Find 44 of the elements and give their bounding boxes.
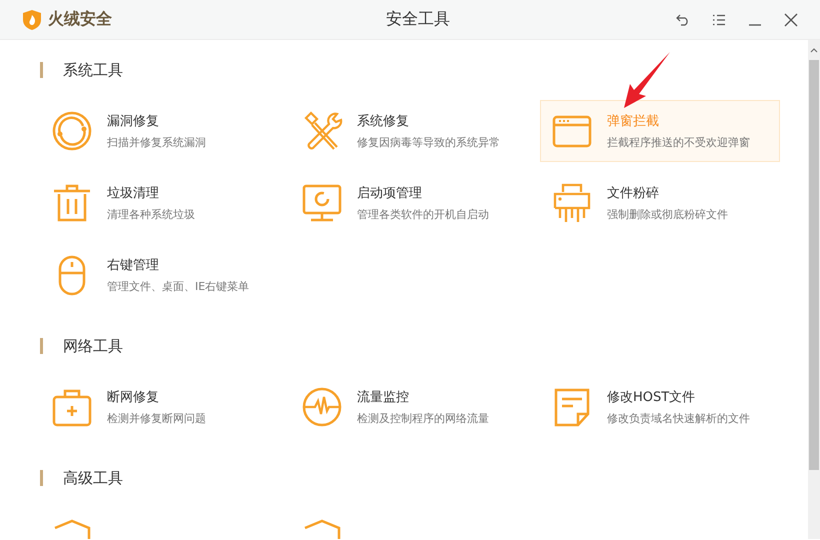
tool-title: 右键管理 <box>107 257 160 274</box>
tool-description: 检测并修复断网问题 <box>107 411 206 426</box>
tool-title: 流量监控 <box>357 389 410 406</box>
window-title: 安全工具 <box>385 9 451 30</box>
tool-item[interactable]: 系统修复 修复因病毒等导致的系统异常 <box>290 100 530 162</box>
tool-title: 漏洞修复 <box>107 113 160 130</box>
tool-description: 清理各种系统垃圾 <box>107 207 195 222</box>
trash-can-icon <box>51 182 93 224</box>
tool-title: 系统修复 <box>357 113 410 130</box>
shredder-icon <box>551 182 593 224</box>
tool-title: 修改HOST文件 <box>607 389 696 406</box>
tool-item[interactable]: 流量监控 检测及控制程序的网络流量 <box>290 376 530 438</box>
section-title: 网络工具 <box>63 336 123 356</box>
tool-description: 检测及控制程序的网络流量 <box>357 411 489 426</box>
tool-item[interactable]: 漏洞修复 扫描并修复系统漏洞 <box>40 100 280 162</box>
tool-description: 管理各类软件的开机自启动 <box>357 207 489 222</box>
section-title: 系统工具 <box>63 60 123 80</box>
tool-title: 断网修复 <box>107 389 160 406</box>
flame-shield-logo-icon <box>22 8 42 30</box>
tool-description: 拦截程序推送的不受欢迎弹窗 <box>607 135 750 150</box>
monitor-icon <box>301 182 343 224</box>
tool-item[interactable]: 文件粉碎 强制删除或彻底粉碎文件 <box>540 172 780 234</box>
tool-title: 文件粉碎 <box>607 185 660 202</box>
tool-description: 管理文件、桌面、IE右键菜单 <box>107 279 250 294</box>
section-title: 高级工具 <box>63 468 123 488</box>
tool-title: 弹窗拦截 <box>607 113 660 130</box>
tool-item[interactable]: 弹窗拦截 拦截程序推送的不受欢迎弹窗 <box>540 100 780 162</box>
tool-item[interactable]: 断网修复 检测并修复断网问题 <box>40 376 280 438</box>
tool-title: 垃圾清理 <box>107 185 160 202</box>
tool-title: 启动项管理 <box>357 185 423 202</box>
tool-item[interactable]: 垃圾清理 清理各种系统垃圾 <box>40 172 280 234</box>
tool-description: 扫描并修复系统漏洞 <box>107 135 206 150</box>
scrollbar-thumb[interactable] <box>809 60 819 470</box>
app-name: 火绒安全 <box>48 9 112 30</box>
circle-arrows-icon <box>51 110 93 152</box>
tool-description: 修改负责域名快速解析的文件 <box>607 411 750 426</box>
tool-item[interactable]: 修改HOST文件 修改负责域名快速解析的文件 <box>540 376 780 438</box>
tool-description: 修复因病毒等导致的系统异常 <box>357 135 500 150</box>
tool-item[interactable]: 右键管理 管理文件、桌面、IE右键菜单 <box>40 244 280 306</box>
tool-item[interactable]: 启动项管理 管理各类软件的开机自启动 <box>290 172 530 234</box>
pulse-circle-icon <box>301 386 343 428</box>
close-icon[interactable] <box>782 10 800 28</box>
scrollbar[interactable] <box>808 40 820 539</box>
tool-description: 强制删除或彻底粉碎文件 <box>607 207 728 222</box>
